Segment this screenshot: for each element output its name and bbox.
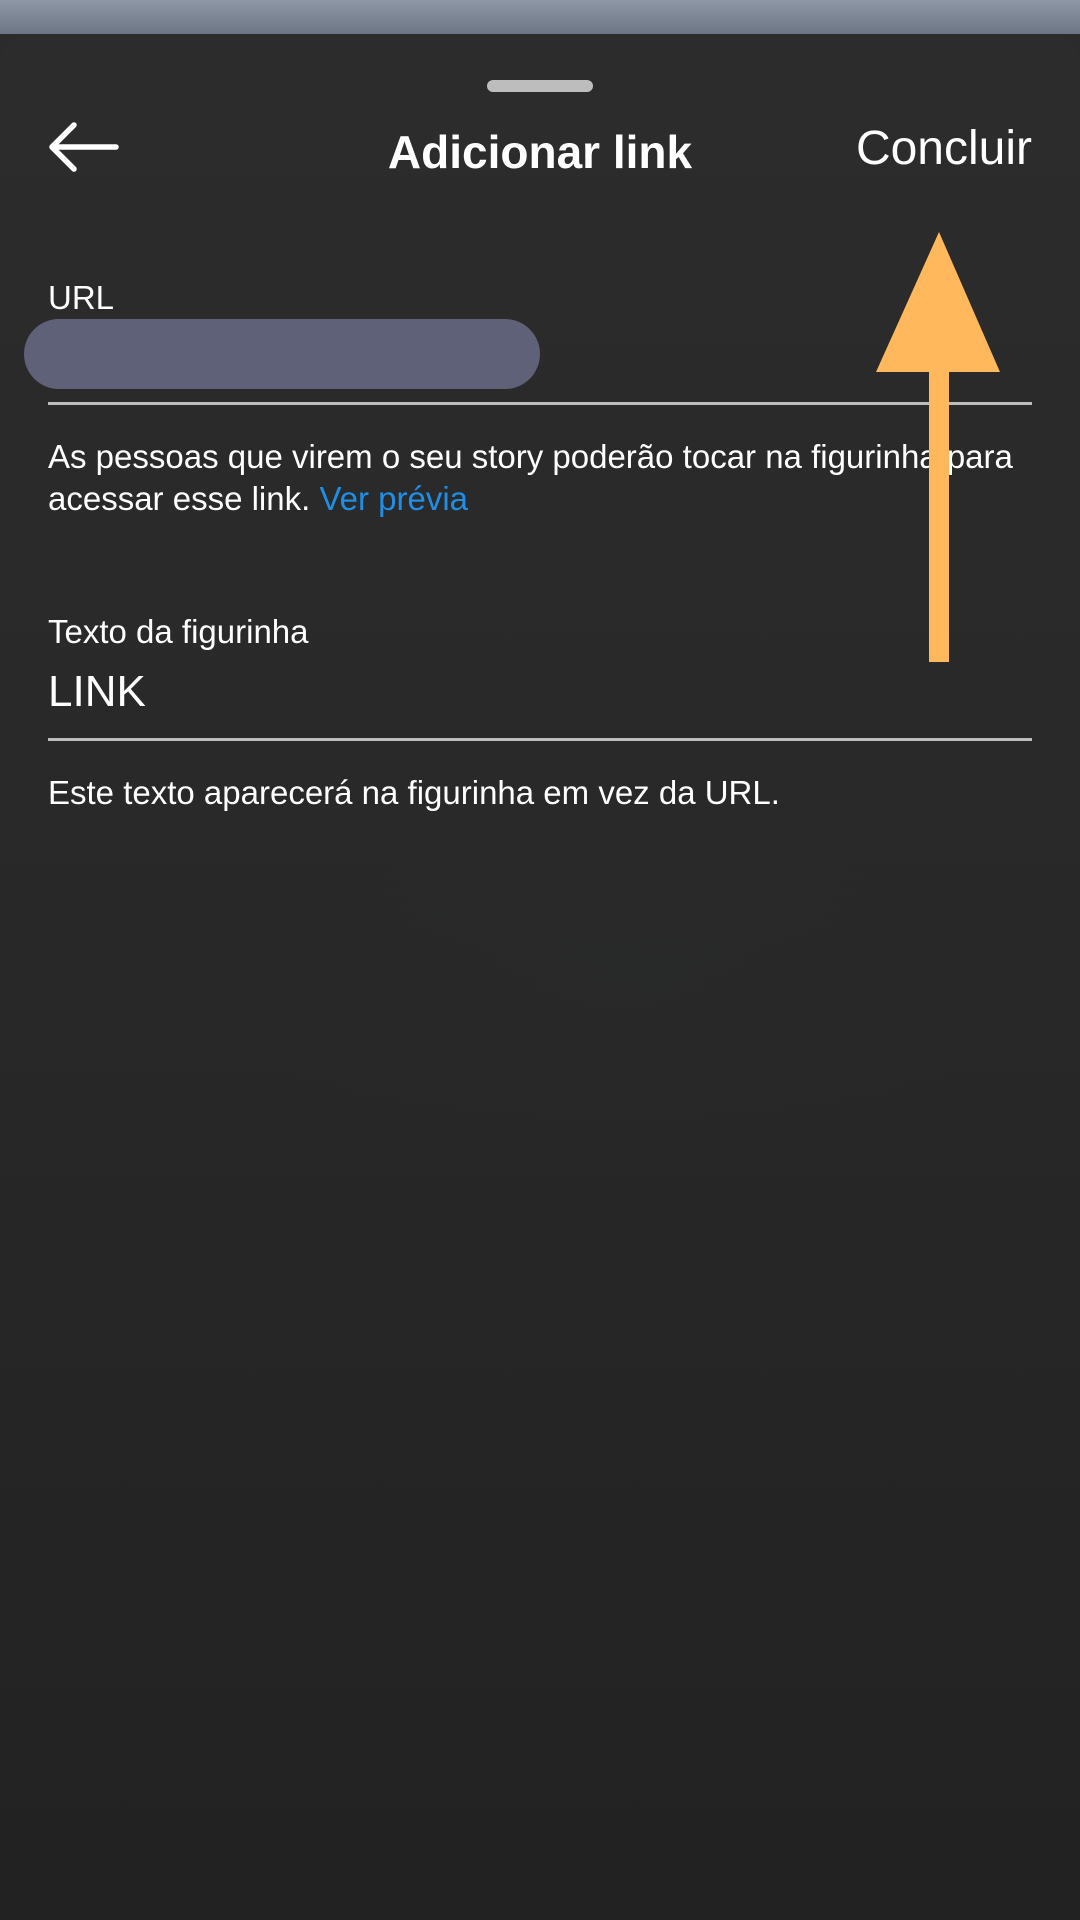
add-link-sheet	[0, 34, 1080, 1920]
arrow-left-icon	[44, 116, 124, 178]
sticker-help-text: Este texto aparecerá na figurinha em vez…	[48, 774, 780, 811]
url-field-underline	[48, 402, 1032, 405]
sheet-drag-handle[interactable]	[487, 80, 593, 92]
url-label: URL	[48, 279, 115, 316]
done-button[interactable]: Concluir	[856, 118, 1032, 180]
sticker-text-label: Texto da figurinha	[48, 613, 309, 650]
url-help-text: As pessoas que virem o seu story poderão…	[48, 436, 1032, 520]
url-input-redacted[interactable]	[24, 319, 540, 389]
sticker-field-underline	[48, 738, 1032, 741]
sticker-text-input[interactable]	[48, 664, 1028, 720]
page-title: Adicionar link	[387, 126, 693, 178]
url-help-sentence: As pessoas que virem o seu story poderão…	[48, 438, 1013, 517]
back-button[interactable]	[44, 116, 124, 178]
preview-link[interactable]: Ver prévia	[319, 480, 468, 517]
